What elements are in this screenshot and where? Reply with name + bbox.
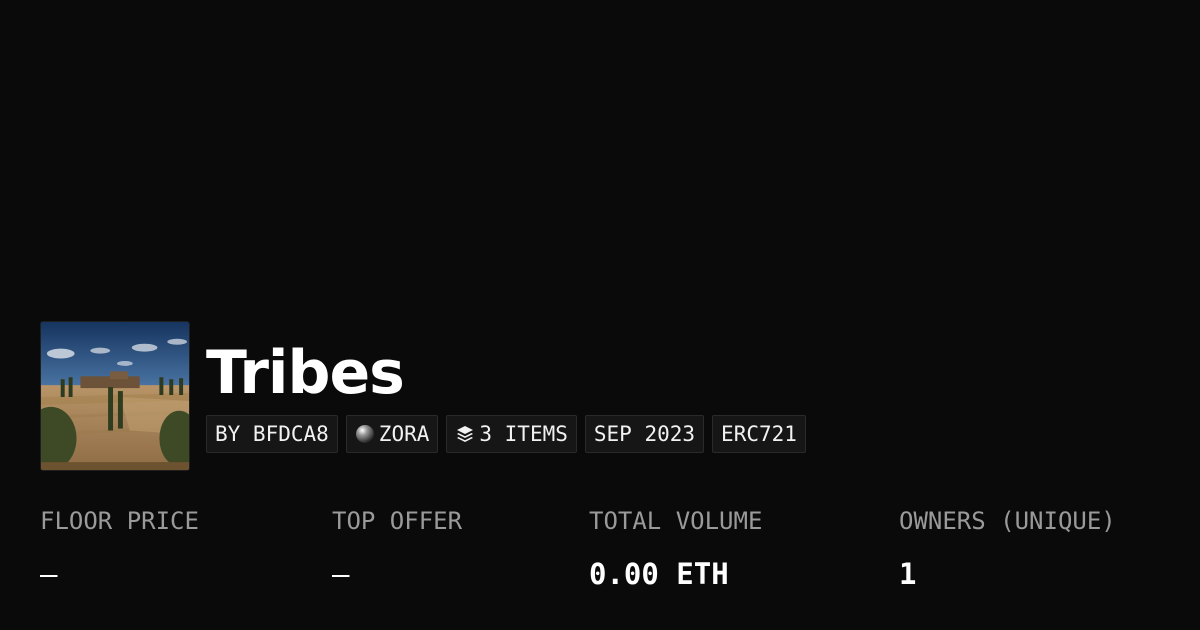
collection-stats: FLOOR PRICE — TOP OFFER — TOTAL VOLUME 0… xyxy=(0,505,1200,605)
stat-label: OWNERS (UNIQUE) xyxy=(899,507,1116,535)
stat-value: 0.00 ETH xyxy=(589,557,729,591)
items-tag-label: 3 ITEMS xyxy=(479,422,568,446)
stat-owners: OWNERS (UNIQUE) 1 xyxy=(899,505,1116,592)
stat-label: FLOOR PRICE xyxy=(40,507,199,535)
zora-orb-icon xyxy=(355,424,375,444)
chain-tag[interactable]: ZORA xyxy=(345,415,439,453)
date-tag-label: SEP 2023 xyxy=(593,422,696,446)
creator-tag[interactable]: BY BFDCA8 xyxy=(206,415,338,453)
collection-tags: BY BFDCA8 ZORA 3 ITEMS SEP 2023 ERC721 xyxy=(206,415,806,453)
chain-tag-label: ZORA xyxy=(378,422,430,446)
collection-title: Tribes xyxy=(206,338,405,408)
standard-tag-label: ERC721 xyxy=(721,422,797,446)
stat-value: — xyxy=(332,557,350,591)
creator-tag-label: BY BFDCA8 xyxy=(215,422,329,446)
stat-top-offer: TOP OFFER — xyxy=(332,505,462,592)
stat-label: TOTAL VOLUME xyxy=(589,507,763,535)
stat-total-volume: TOTAL VOLUME 0.00 ETH xyxy=(589,505,762,592)
stat-value: 1 xyxy=(899,557,917,591)
items-tag[interactable]: 3 ITEMS xyxy=(446,415,577,453)
layers-icon xyxy=(455,424,475,444)
landscape-image xyxy=(41,322,189,470)
collection-thumbnail xyxy=(40,321,190,471)
stat-value: — xyxy=(40,557,58,591)
collection-header: Tribes BY BFDCA8 ZORA 3 ITEMS SEP 2023 E… xyxy=(40,321,806,471)
date-tag: SEP 2023 xyxy=(584,415,705,453)
standard-tag: ERC721 xyxy=(712,415,806,453)
stat-label: TOP OFFER xyxy=(332,507,463,535)
collection-info: Tribes BY BFDCA8 ZORA 3 ITEMS SEP 2023 E… xyxy=(206,321,806,453)
stat-floor-price: FLOOR PRICE — xyxy=(40,505,199,592)
